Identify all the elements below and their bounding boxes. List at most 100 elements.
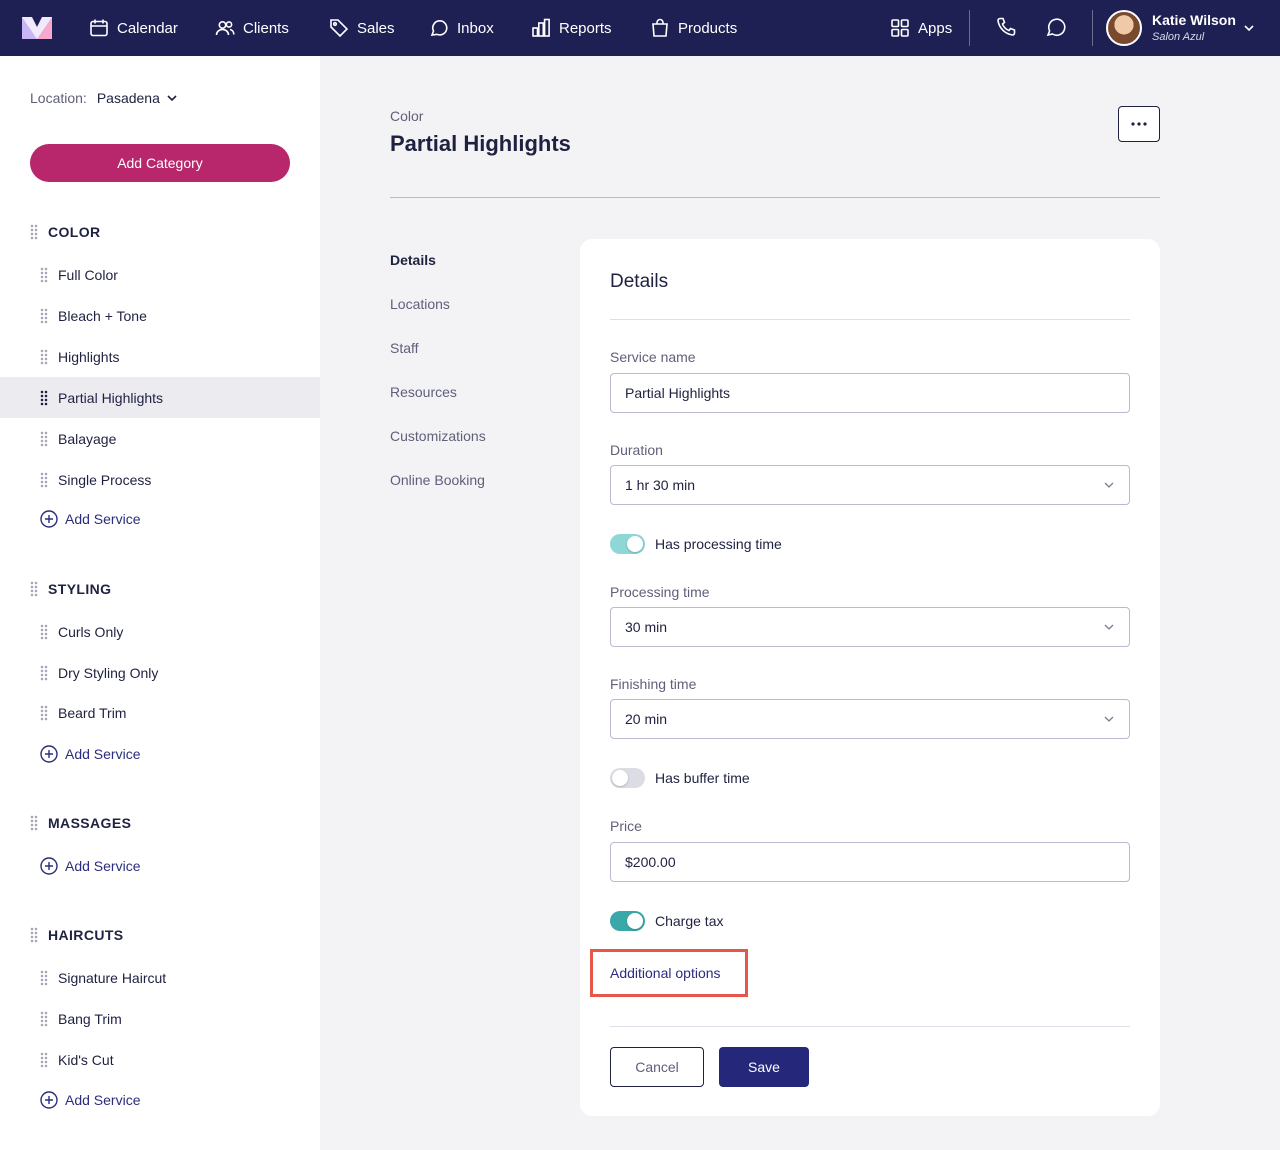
service-item-signature-haircut[interactable]: Signature Haircut <box>0 957 320 998</box>
charge-tax-toggle-row: Charge tax <box>610 911 723 931</box>
add-service-button[interactable]: Add Service <box>40 510 140 528</box>
drag-handle-icon[interactable] <box>40 664 48 681</box>
service-label: Signature Haircut <box>58 969 167 986</box>
nav-reports-label: Reports <box>559 19 612 37</box>
category-styling[interactable]: STYLING <box>30 581 111 597</box>
chevron-down-icon <box>1104 482 1114 488</box>
location-value: Pasadena <box>96 90 160 106</box>
service-item-bang-trim[interactable]: Bang Trim <box>0 998 320 1039</box>
service-label: Curls Only <box>58 623 124 640</box>
user-menu[interactable]: Katie Wilson Salon Azul <box>1106 10 1254 46</box>
drag-handle-icon[interactable] <box>40 623 48 640</box>
finishing-time-select[interactable]: 20 min <box>610 699 1130 739</box>
service-label: Bang Trim <box>58 1010 122 1027</box>
top-navigation-bar: Calendar Clients Sales Inbox Reports Pro… <box>0 0 1280 56</box>
service-item-beard-trim[interactable]: Beard Trim <box>0 692 320 733</box>
service-item-bleach-tone[interactable]: Bleach + Tone <box>0 295 320 336</box>
duration-value: 1 hr 30 min <box>625 477 696 493</box>
nav-sales[interactable]: Sales <box>329 0 395 56</box>
service-label: Beard Trim <box>58 704 127 721</box>
category-massages[interactable]: MASSAGES <box>30 815 131 831</box>
users-icon <box>215 20 235 36</box>
phone-button[interactable] <box>995 16 1019 40</box>
nav-divider <box>1092 10 1093 46</box>
drag-handle-icon[interactable] <box>40 471 48 488</box>
bar-chart-icon <box>532 18 550 37</box>
add-category-button[interactable]: Add Category <box>30 144 290 182</box>
category-title: COLOR <box>48 224 101 240</box>
add-service-label: Add Service <box>65 746 141 762</box>
service-item-highlights[interactable]: Highlights <box>0 336 320 377</box>
service-item-full-color[interactable]: Full Color <box>0 254 320 295</box>
service-label: Dry Styling Only <box>58 664 159 681</box>
service-label: Single Process <box>58 471 152 488</box>
drag-handle-icon[interactable] <box>40 1010 48 1027</box>
messages-button[interactable] <box>1045 16 1069 40</box>
nav-products[interactable]: Products <box>650 0 737 56</box>
buffer-time-toggle[interactable] <box>610 768 645 788</box>
nav-clients[interactable]: Clients <box>215 0 289 56</box>
processing-time-value: 30 min <box>625 619 668 635</box>
category-haircuts[interactable]: HAIRCUTS <box>30 927 124 943</box>
service-item-balayage[interactable]: Balayage <box>0 418 320 459</box>
nav-calendar[interactable]: Calendar <box>89 0 178 56</box>
breadcrumb[interactable]: Color <box>390 108 423 124</box>
add-service-button[interactable]: Add Service <box>40 745 140 763</box>
category-title: STYLING <box>48 581 112 597</box>
processing-time-select[interactable]: 30 min <box>610 607 1130 647</box>
drag-handle-icon[interactable] <box>40 430 48 447</box>
nav-calendar-label: Calendar <box>117 19 178 37</box>
service-label: Partial Highlights <box>58 389 164 406</box>
chevron-down-icon <box>1104 624 1114 630</box>
drag-handle-icon[interactable] <box>40 348 48 365</box>
subnav-online-booking[interactable]: Online Booking <box>390 472 485 488</box>
logo-icon[interactable] <box>22 17 52 39</box>
category-color[interactable]: COLOR <box>30 224 101 240</box>
additional-options-link[interactable]: Additional options <box>590 949 748 997</box>
price-input[interactable] <box>610 842 1130 882</box>
location-dropdown[interactable]: Pasadena <box>97 90 178 106</box>
service-item-partial-highlights[interactable]: Partial Highlights <box>0 377 320 418</box>
service-item-dry-styling-only[interactable]: Dry Styling Only <box>0 652 320 693</box>
service-item-curls-only[interactable]: Curls Only <box>0 611 320 652</box>
drag-handle-icon[interactable] <box>30 581 38 597</box>
service-item-single-process[interactable]: Single Process <box>0 459 320 500</box>
more-options-button[interactable] <box>1118 106 1160 142</box>
drag-handle-icon[interactable] <box>40 266 48 283</box>
nav-reports[interactable]: Reports <box>531 0 612 56</box>
plus-circle-icon <box>40 1091 58 1109</box>
drag-handle-icon[interactable] <box>40 1051 48 1068</box>
duration-select[interactable]: 1 hr 30 min <box>610 465 1130 505</box>
subnav-resources[interactable]: Resources <box>390 384 457 400</box>
location-label: Location: <box>30 90 87 106</box>
subnav-locations[interactable]: Locations <box>390 296 450 312</box>
add-service-button[interactable]: Add Service <box>40 1091 140 1109</box>
chevron-down-icon <box>167 95 177 102</box>
subnav-staff[interactable]: Staff <box>390 340 419 356</box>
subnav-details[interactable]: Details <box>390 252 436 268</box>
save-button[interactable]: Save <box>719 1047 809 1087</box>
drag-handle-icon[interactable] <box>30 224 38 240</box>
nav-apps[interactable]: Apps <box>890 0 952 56</box>
service-name-input[interactable] <box>610 373 1130 413</box>
plus-circle-icon <box>40 745 58 763</box>
duration-label: Duration <box>610 442 663 458</box>
cancel-button[interactable]: Cancel <box>610 1047 704 1087</box>
drag-handle-icon[interactable] <box>40 389 48 406</box>
chevron-down-icon <box>1104 716 1114 722</box>
subnav-customizations[interactable]: Customizations <box>390 428 486 444</box>
buffer-time-toggle-row: Has buffer time <box>610 768 750 788</box>
drag-handle-icon[interactable] <box>30 927 38 943</box>
charge-tax-toggle[interactable] <box>610 911 645 931</box>
user-salon: Salon Azul <box>1152 30 1205 43</box>
nav-products-label: Products <box>678 19 738 37</box>
drag-handle-icon[interactable] <box>40 704 48 721</box>
drag-handle-icon[interactable] <box>40 969 48 986</box>
service-item-kids-cut[interactable]: Kid's Cut <box>0 1039 320 1080</box>
processing-time-toggle[interactable] <box>610 534 645 554</box>
service-name-label: Service name <box>610 349 696 365</box>
drag-handle-icon[interactable] <box>30 815 38 831</box>
nav-inbox[interactable]: Inbox <box>429 0 494 56</box>
drag-handle-icon[interactable] <box>40 307 48 324</box>
add-service-button[interactable]: Add Service <box>40 857 140 875</box>
